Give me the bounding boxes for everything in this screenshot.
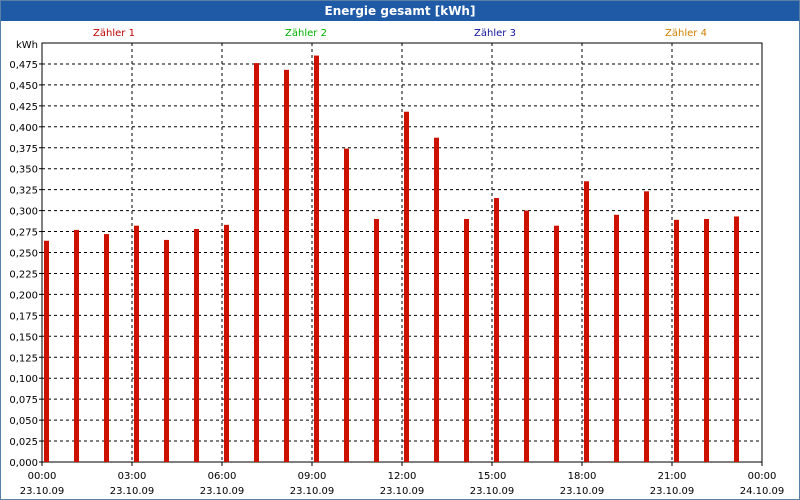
bar	[404, 111, 409, 462]
bar	[704, 218, 709, 462]
chart-plot: 0,000 0,025 0,050 0,075 0,100 0,125 0,150 0,175…	[9, 28, 785, 497]
y-tick-label: 0,150	[9, 332, 38, 343]
x-tick-label-date: 23.10.09	[290, 486, 335, 497]
bar	[344, 148, 349, 462]
y-axis-label: kWh	[16, 40, 38, 51]
y-tick-label: 0,225	[9, 269, 38, 280]
y-tick-label: 0,025	[9, 437, 38, 448]
bar	[584, 181, 589, 462]
y-tick-label: 0,200	[9, 290, 38, 301]
y-tick-label: 0,300	[9, 207, 38, 218]
chart-window: Energie gesamt [kWh] 0,000 0,025 0,050 0,07…	[0, 0, 800, 500]
y-tick-label: 0,175	[9, 311, 38, 322]
y-tick-label: 0,000	[9, 458, 38, 469]
y-tick-label: 0,250	[9, 249, 38, 260]
x-tick-label-time: 03:00	[118, 471, 147, 482]
x-tick-label-date: 23.10.09	[110, 486, 155, 497]
x-tick-label-date: 23.10.09	[650, 486, 695, 497]
y-tick-label: 0,100	[9, 374, 38, 385]
x-tick-label-date: 23.10.09	[200, 486, 245, 497]
bar	[374, 218, 379, 462]
legend-item-zaehler-3: Zähler 3	[474, 28, 516, 39]
x-tick-label-time: 18:00	[568, 471, 597, 482]
x-tick-label-date: 23.10.09	[20, 486, 65, 497]
y-tick-label: 0,475	[9, 60, 38, 71]
bar	[224, 224, 229, 462]
x-tick-label-date: 24.10.09	[740, 486, 785, 497]
bar	[614, 214, 619, 462]
x-tick-label-time: 06:00	[208, 471, 237, 482]
x-tick-label-time: 00:00	[748, 471, 777, 482]
y-tick-label: 0,325	[9, 186, 38, 197]
bar	[194, 229, 199, 462]
y-tick-label: 0,450	[9, 81, 38, 92]
x-tick-label-time: 09:00	[298, 471, 327, 482]
bar	[674, 219, 679, 462]
x-tick-label-date: 23.10.09	[470, 486, 515, 497]
x-tick-label-time: 21:00	[658, 471, 687, 482]
x-tick-label-time: 15:00	[478, 471, 507, 482]
x-tick-label-time: 00:00	[28, 471, 57, 482]
bar	[254, 63, 259, 462]
y-tick-label: 0,375	[9, 144, 38, 155]
bar	[734, 216, 739, 462]
legend-item-zaehler-1: Zähler 1	[93, 28, 135, 39]
bar	[434, 137, 439, 462]
y-tick-label: 0,075	[9, 395, 38, 406]
y-tick-label: 0,050	[9, 416, 38, 427]
bar	[104, 234, 109, 462]
bar	[524, 210, 529, 462]
y-tick-label: 0,350	[9, 165, 38, 176]
legend-item-zaehler-4: Zähler 4	[665, 28, 707, 39]
bar	[314, 55, 319, 462]
y-tick-label: 0,125	[9, 353, 38, 364]
bar	[284, 69, 289, 463]
bar	[164, 239, 169, 462]
bar	[644, 191, 649, 463]
x-tick-label-time: 12:00	[388, 471, 417, 482]
x-tick-label-date: 23.10.09	[380, 486, 425, 497]
y-tick-label: 0,275	[9, 228, 38, 239]
x-tick-label-date: 23.10.09	[560, 486, 605, 497]
bar	[464, 218, 469, 462]
bar	[554, 225, 559, 462]
bar	[134, 225, 139, 462]
chart-title: Energie gesamt [kWh]	[1, 1, 799, 21]
bar	[494, 198, 499, 462]
legend-item-zaehler-2: Zähler 2	[285, 28, 327, 39]
y-tick-label: 0,400	[9, 123, 38, 134]
y-tick-label: 0,425	[9, 102, 38, 113]
bar	[44, 240, 49, 462]
bar	[74, 229, 79, 462]
